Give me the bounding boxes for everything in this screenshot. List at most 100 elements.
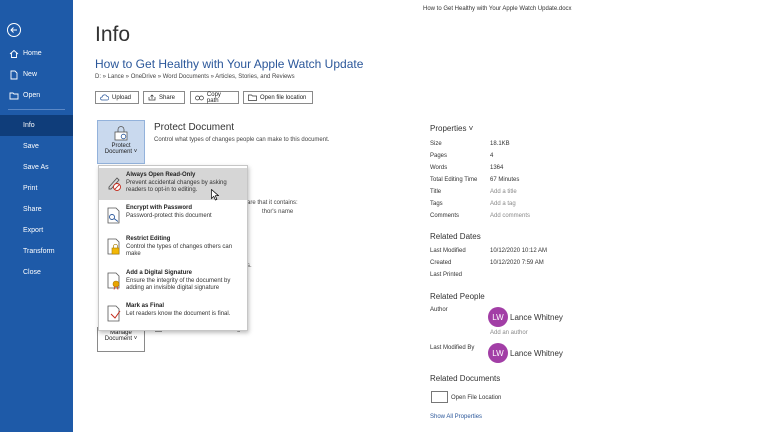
nav-save-label: Save [23, 143, 39, 150]
menu-item-title: Encrypt with Password [126, 205, 193, 211]
prop-key: Title [430, 189, 442, 195]
open-file-location-button[interactable]: Open file location [243, 91, 313, 104]
nav-new-label: New [23, 71, 38, 78]
related-dates-header: Related Dates [430, 232, 481, 241]
folder-icon [248, 94, 257, 101]
backstage-sidebar: Home New Open Info Save Save As Print Sh… [0, 0, 73, 432]
add-comments-field[interactable]: Add comments [490, 213, 530, 219]
menu-item-desc: Password-protect this document [126, 213, 212, 219]
page-title: Info [95, 23, 131, 46]
lock-document-icon [114, 126, 128, 141]
nav-open[interactable]: Open [0, 85, 73, 106]
nav-print[interactable]: Print [0, 178, 73, 199]
date-value: 10/12/2020 7:59 AM [490, 260, 544, 266]
nav-transform[interactable]: Transform [0, 241, 73, 262]
menu-restrict-editing[interactable]: Restrict Editing Control the types of ch… [99, 232, 247, 264]
open-folder-icon [9, 91, 19, 101]
menu-item-desc: Prevent accidental changes by asking rea… [126, 180, 227, 193]
related-people-header: Related People [430, 292, 485, 301]
nav-home-label: Home [23, 50, 42, 57]
prop-key: Tags [430, 201, 443, 207]
prop-key: Size [430, 141, 442, 147]
copy-path-button[interactable]: Copy path [190, 91, 239, 104]
protect-document-menu: Always Open Read-Only Prevent accidental… [98, 165, 248, 331]
properties-header[interactable]: Properties ˅ [430, 124, 473, 133]
prop-key: Comments [430, 213, 460, 219]
share-button[interactable]: Share [143, 91, 185, 104]
author-name-fragment: thor's name [262, 209, 294, 215]
cloud-upload-icon [100, 94, 109, 101]
signature-icon [107, 272, 120, 290]
prop-value: 67 Minutes [490, 177, 520, 183]
add-author-link[interactable]: Add an author [490, 330, 528, 336]
new-doc-icon [9, 70, 19, 80]
nav-new[interactable]: New [0, 64, 73, 85]
inspect-text-fragment: are that it contains: [247, 200, 298, 206]
prop-value: 4 [490, 153, 494, 159]
manage-button-line2: Document ˅ [104, 336, 138, 342]
nav-close-label: Close [23, 269, 41, 276]
link-icon [195, 95, 204, 100]
nav-save-as-label: Save As [23, 164, 49, 171]
menu-mark-as-final[interactable]: Mark as Final Let readers know the docum… [99, 299, 247, 329]
show-all-properties-link[interactable]: Show All Properties [430, 414, 482, 420]
folder-icon[interactable] [431, 391, 448, 403]
share-icon [148, 94, 156, 101]
avatar[interactable]: LW [488, 343, 508, 363]
prop-key: Words [430, 165, 448, 171]
nav-close[interactable]: Close [0, 262, 73, 283]
protect-button-line2: Document ˅ [104, 149, 138, 155]
prop-value: 1364 [490, 165, 504, 171]
menu-item-title: Mark as Final [126, 303, 165, 309]
add-tag-field[interactable]: Add a tag [490, 201, 516, 207]
lock-key-icon [107, 207, 120, 224]
date-value: 10/12/2020 10:12 AM [490, 248, 548, 254]
author-name[interactable]: Lance Whitney [510, 313, 563, 322]
nav-home[interactable]: Home [0, 43, 73, 64]
upload-label: Upload [112, 94, 132, 101]
avatar[interactable]: LW [488, 307, 508, 327]
date-key: Last Printed [430, 272, 463, 278]
menu-item-desc: Let readers know the document is final. [126, 311, 231, 317]
nav-info[interactable]: Info [0, 115, 73, 136]
nav-save[interactable]: Save [0, 136, 73, 157]
last-modified-by-name[interactable]: Lance Whitney [510, 349, 563, 358]
menu-item-desc: Ensure the integrity of the document by … [126, 278, 231, 291]
document-path: D: » Lance » OneDrive » Word Documents »… [95, 74, 295, 80]
related-documents-header: Related Documents [430, 374, 501, 383]
back-arrow-icon[interactable] [6, 22, 22, 38]
menu-always-open-read-only[interactable]: Always Open Read-Only Prevent accidental… [99, 168, 247, 200]
menu-encrypt-with-password[interactable]: Encrypt with Password Password-protect t… [99, 201, 247, 229]
sidebar-divider [8, 109, 65, 110]
date-key: Created [430, 260, 452, 266]
menu-item-desc: Control the types of changes others can … [126, 244, 233, 257]
nav-open-label: Open [23, 92, 41, 99]
prop-key: Total Editing Time [430, 177, 478, 183]
add-title-field[interactable]: Add a title [490, 189, 517, 195]
nav-export[interactable]: Export [0, 220, 73, 241]
nav-print-label: Print [23, 185, 38, 192]
menu-add-digital-signature[interactable]: Add a Digital Signature Ensure the integ… [99, 266, 247, 300]
author-label: Author [430, 307, 448, 313]
document-name: How to Get Healthy with Your Apple Watch… [95, 57, 364, 71]
nav-export-label: Export [23, 227, 44, 234]
copy-path-label: Copy path [206, 91, 221, 104]
menu-item-title: Always Open Read-Only [126, 172, 196, 178]
protect-document-button[interactable]: Protect Document ˅ [97, 120, 145, 164]
home-icon [9, 49, 19, 59]
nav-info-label: Info [23, 122, 35, 129]
nav-share[interactable]: Share [0, 199, 73, 220]
nav-save-as[interactable]: Save As [0, 157, 73, 178]
open-file-location-link[interactable]: Open File Location [451, 395, 501, 401]
upload-button[interactable]: Upload [95, 91, 139, 104]
prop-value: 18.1KB [490, 141, 510, 147]
menu-item-title: Restrict Editing [126, 236, 171, 242]
restrict-lock-icon [107, 238, 120, 255]
protect-section-title: Protect Document [154, 122, 235, 133]
mark-final-icon [107, 305, 121, 322]
window-title: How to Get Healthy with Your Apple Watch… [423, 6, 572, 12]
prop-key: Pages [430, 153, 448, 159]
pencil-readonly-icon [108, 177, 121, 191]
open-file-location-label: Open file location [260, 94, 307, 101]
nav-transform-label: Transform [23, 248, 55, 255]
